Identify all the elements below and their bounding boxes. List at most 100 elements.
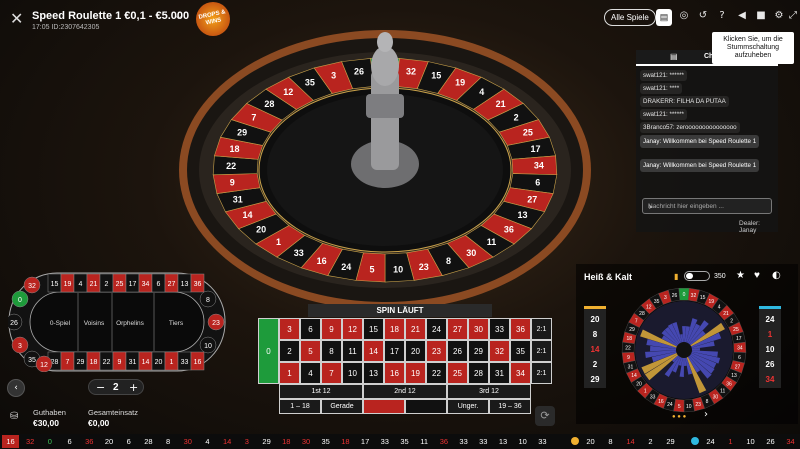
page-dots[interactable]: ● ● ● (672, 414, 686, 420)
replay-icon[interactable]: ↺ (695, 10, 711, 21)
next-icon[interactable]: › (704, 409, 708, 420)
bet-zero[interactable]: 0 (258, 318, 279, 384)
bet-column[interactable]: 2:1 (531, 340, 552, 362)
cold-marker-icon (691, 437, 699, 445)
bet-even-money[interactable]: Gerade (321, 399, 363, 414)
bet-black[interactable] (405, 399, 447, 414)
history-result: 8 (608, 437, 613, 446)
bet-number-33[interactable]: 33 (489, 318, 510, 340)
history-result: 8 (166, 437, 171, 446)
racetrack-section[interactable]: Voisins (84, 320, 105, 327)
bet-number-9[interactable]: 9 (321, 318, 342, 340)
chevron-down-icon[interactable]: ⌄ (174, 9, 183, 22)
bet-number-30[interactable]: 30 (468, 318, 489, 340)
bet-number-32[interactable]: 32 (489, 340, 510, 362)
bet-number-36[interactable]: 36 (510, 318, 531, 340)
bet-even-money[interactable]: 19 – 36 (489, 399, 531, 414)
promo-badge[interactable]: DROPS & WINS (196, 2, 230, 36)
bet-number-35[interactable]: 35 (510, 340, 531, 362)
bet-even-money[interactable]: Unger. (447, 399, 489, 414)
count-toggle[interactable] (684, 271, 710, 281)
racetrack-section[interactable]: Tiers (169, 320, 184, 327)
close-icon[interactable]: ✕ (10, 9, 23, 28)
bet-number-21[interactable]: 21 (405, 318, 426, 340)
racetrack-number: 0 (18, 297, 22, 304)
back-button[interactable]: ‹ (7, 379, 25, 397)
repeat-bet-icon[interactable]: ⟳ (535, 406, 555, 426)
bet-number-27[interactable]: 27 (447, 318, 468, 340)
bet-number-25[interactable]: 25 (447, 362, 468, 384)
volume-icon[interactable]: ◀ (734, 10, 750, 21)
history-result: 18 (341, 437, 350, 446)
balance-value: €30,00 (33, 418, 59, 428)
wheel-pocket-number: 35 (305, 78, 315, 88)
chat-input[interactable]: Nachricht hier eingeben ... ➤ (642, 198, 772, 214)
video-icon[interactable]: ■ (753, 10, 769, 21)
bet-column[interactable]: 2:1 (531, 362, 552, 384)
racetrack[interactable]: 15 19 4 21 2 25 17 34 6 27 13 3628 7 29 18 22 9 31 14 20 1 33… (8, 272, 226, 372)
racetrack-number: 26 (10, 320, 18, 327)
bet-number-3[interactable]: 3 (279, 318, 300, 340)
send-icon[interactable]: ➤ (648, 203, 765, 211)
bet-number-17[interactable]: 17 (384, 340, 405, 362)
balance-label: Guthaben (33, 408, 66, 417)
racetrack-section[interactable]: 0-Spiel (50, 320, 71, 327)
bet-number-1[interactable]: 1 (279, 362, 300, 384)
mini-wheel-number: 5 (678, 404, 681, 410)
bet-column[interactable]: 2:1 (531, 318, 552, 340)
racetrack-section[interactable]: Orphelins (116, 320, 145, 327)
bet-number-13[interactable]: 13 (363, 362, 384, 384)
bet-number-24[interactable]: 24 (426, 318, 447, 340)
bet-dozen[interactable]: 1st 12 (279, 384, 363, 399)
bet-number-26[interactable]: 26 (447, 340, 468, 362)
history-icon[interactable]: ◎ (676, 10, 692, 21)
bet-dozen[interactable]: 3rd 12 (447, 384, 531, 399)
bet-number-28[interactable]: 28 (468, 362, 489, 384)
chat-icon[interactable]: ▤ (656, 9, 672, 26)
bet-number-14[interactable]: 14 (363, 340, 384, 362)
decrease-chip-button[interactable]: − (96, 381, 105, 394)
wheel-pocket-number: 25 (523, 128, 533, 138)
chat-text: Willkommen bei Speed Roulette 1 (662, 162, 757, 169)
chat-message: swat121: ****** (640, 109, 687, 120)
bet-number-29[interactable]: 29 (468, 340, 489, 362)
settings-icon[interactable]: ⚙ (771, 10, 787, 21)
bet-number-23[interactable]: 23 (426, 340, 447, 362)
bet-number-15[interactable]: 15 (363, 318, 384, 340)
wheel-pocket-number: 28 (264, 99, 274, 109)
heart-icon[interactable]: ♥ (754, 270, 760, 281)
wheel-pocket-number: 26 (354, 66, 364, 76)
bet-number-34[interactable]: 34 (510, 362, 531, 384)
bet-number-7[interactable]: 7 (321, 362, 342, 384)
bet-even-money[interactable]: 1 – 18 (279, 399, 321, 414)
bet-number-4[interactable]: 4 (300, 362, 321, 384)
mini-wheel-number: 36 (726, 381, 732, 387)
mini-wheel-number: 17 (736, 336, 742, 342)
bet-number-19[interactable]: 19 (405, 362, 426, 384)
increase-chip-button[interactable]: + (129, 381, 138, 394)
statistics-icon[interactable]: ◐ (772, 270, 781, 281)
bet-number-20[interactable]: 20 (405, 340, 426, 362)
bet-number-22[interactable]: 22 (426, 362, 447, 384)
bet-number-31[interactable]: 31 (489, 362, 510, 384)
all-games-button[interactable]: Alle Spiele (604, 9, 656, 26)
chat-tab-icon[interactable]: ▤ (670, 52, 678, 61)
bet-number-2[interactable]: 2 (279, 340, 300, 362)
fullscreen-icon[interactable]: ⤢ (787, 10, 799, 21)
hot-marker-icon (571, 437, 579, 445)
bet-red[interactable] (363, 399, 405, 414)
bet-number-10[interactable]: 10 (342, 362, 363, 384)
bet-number-18[interactable]: 18 (384, 318, 405, 340)
bet-number-5[interactable]: 5 (300, 340, 321, 362)
bet-number-11[interactable]: 11 (342, 340, 363, 362)
bet-dozen[interactable]: 2nd 12 (363, 384, 447, 399)
star-icon[interactable]: ★ (736, 270, 745, 281)
bet-number-16[interactable]: 16 (384, 362, 405, 384)
bet-number-12[interactable]: 12 (342, 318, 363, 340)
racetrack-number: 23 (212, 320, 220, 327)
help-icon[interactable]: ? (714, 10, 730, 21)
hot-number: 14 (590, 345, 600, 354)
bet-number-8[interactable]: 8 (321, 340, 342, 362)
history-result: 26 (766, 437, 775, 446)
bet-number-6[interactable]: 6 (300, 318, 321, 340)
